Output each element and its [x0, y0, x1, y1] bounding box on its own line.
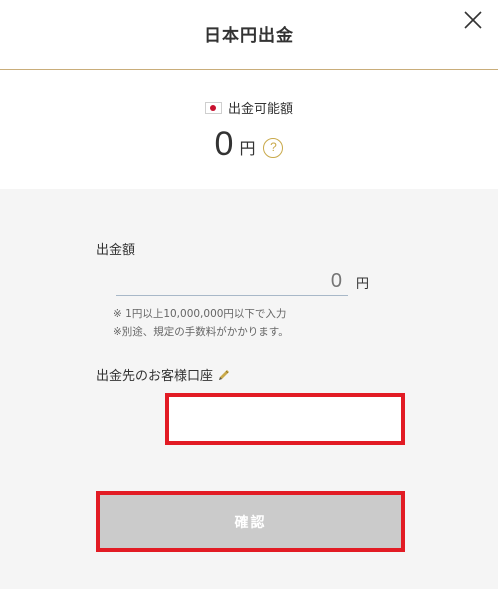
available-summary: 出金可能額 0 円 ?: [0, 71, 498, 189]
confirm-button-highlight: 確認: [96, 491, 405, 552]
page-title: 日本円出金: [204, 26, 294, 46]
available-amount: 0: [214, 125, 234, 163]
withdraw-form: 出金額 円 ※ 1円以上10,000,000円以下で入力 ※別途、規定の手数料が…: [0, 189, 498, 589]
amount-field-wrapper: [116, 268, 348, 296]
amount-unit: 円: [356, 277, 370, 292]
close-icon: [464, 11, 482, 29]
close-button[interactable]: [463, 10, 483, 30]
account-label: 出金先のお客様口座: [96, 369, 214, 384]
available-label: 出金可能額: [227, 102, 293, 117]
account-label-row: 出金先のお客様口座: [96, 365, 231, 384]
available-label-row: 出金可能額: [0, 98, 498, 117]
account-select-box[interactable]: [165, 393, 405, 445]
help-icon[interactable]: ?: [263, 138, 284, 158]
confirm-button[interactable]: 確認: [100, 495, 401, 548]
modal-header: 日本円出金: [0, 0, 498, 70]
withdraw-modal: 日本円出金 出金可能額 0 円 ? 出金額 円 ※ 1円以上10,000,000…: [0, 0, 498, 589]
pencil-icon[interactable]: [217, 368, 231, 382]
available-amount-unit: 円: [239, 139, 256, 158]
amount-range-note: ※ 1円以上10,000,000円以下で入力: [113, 308, 287, 320]
amount-input[interactable]: [116, 268, 348, 295]
amount-label: 出金額: [96, 243, 136, 258]
japan-flag-icon: [204, 101, 222, 114]
available-amount-row: 0 円 ?: [0, 124, 498, 164]
fee-note: ※別途、規定の手数料がかかります。: [113, 326, 289, 338]
